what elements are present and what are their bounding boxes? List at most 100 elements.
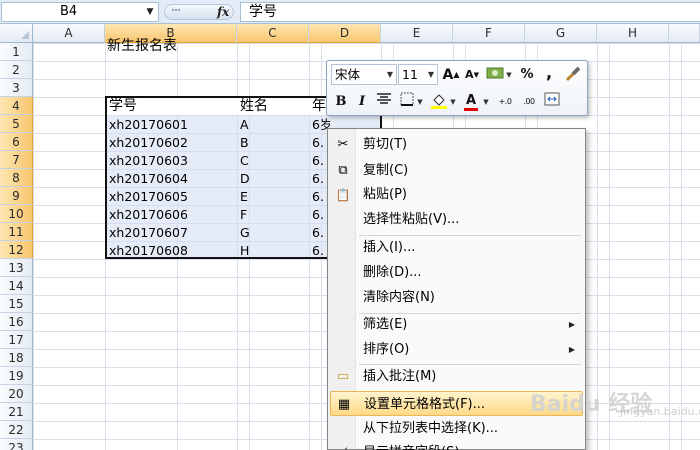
fill-color-button[interactable] — [429, 92, 449, 112]
column-header-d[interactable]: D — [309, 24, 381, 43]
cell-age[interactable]: 6. — [310, 206, 327, 224]
formula-input[interactable]: 学号 — [240, 2, 700, 22]
menu-item-cut[interactable]: ✂ 剪切(T) — [330, 132, 583, 157]
row-header-15[interactable]: 15 — [0, 295, 33, 313]
cell-name[interactable]: G — [238, 224, 308, 242]
chevron-down-icon[interactable]: ▼ — [416, 92, 424, 112]
grow-font-button[interactable]: A▲ — [441, 65, 461, 85]
menu-item-copy[interactable]: ⧉ 复制(C) — [330, 158, 583, 183]
row-header-16[interactable]: 16 — [0, 313, 33, 331]
row-header-17[interactable]: 17 — [0, 331, 33, 349]
row-header-7[interactable]: 7 — [0, 151, 33, 169]
row-header-20[interactable]: 20 — [0, 385, 33, 403]
cell-id[interactable]: xh20170605 — [107, 188, 237, 206]
watermark-url: jingyan.baidu.com — [620, 405, 700, 418]
cell-age[interactable]: 6. — [310, 224, 327, 242]
menu-item-show-phonetic[interactable]: wén 显示拼音字段(S) — [330, 440, 583, 450]
name-box-dropdown-icon[interactable]: ▼ — [143, 2, 157, 22]
font-color-icon: A — [465, 93, 477, 108]
cell-id[interactable]: xh20170606 — [107, 206, 237, 224]
cell-name[interactable]: H — [238, 242, 308, 260]
decrease-decimal-button[interactable]: .00 — [519, 92, 539, 112]
row-header-18[interactable]: 18 — [0, 349, 33, 367]
italic-button[interactable]: I — [352, 92, 372, 112]
cell-name[interactable]: E — [238, 188, 308, 206]
column-header-g[interactable]: G — [525, 24, 597, 43]
cell-age[interactable]: 6. — [310, 170, 327, 188]
header-cell-id[interactable]: 学号 — [107, 97, 237, 115]
font-color-button[interactable]: A — [461, 91, 481, 111]
percent-style-button[interactable]: % — [517, 65, 537, 85]
menu-item-insert[interactable]: 插入(I)... — [330, 235, 583, 260]
chevron-down-icon[interactable]: ▼ — [449, 92, 457, 112]
row-header-1[interactable]: 1 — [0, 43, 33, 61]
menu-item-sort[interactable]: 排序(O) ▶ — [330, 337, 583, 362]
cell-name[interactable]: A — [238, 116, 308, 134]
menu-item-paste[interactable]: 📋 粘贴(P) — [330, 182, 583, 207]
paintbrush-icon — [565, 66, 581, 82]
chevron-down-icon[interactable]: ▼ — [482, 92, 490, 112]
menu-item-paste-special[interactable]: 选择性粘贴(V)... — [330, 207, 583, 232]
cell-name[interactable]: C — [238, 152, 308, 170]
row-header-2[interactable]: 2 — [0, 61, 33, 79]
cell-name[interactable]: B — [238, 134, 308, 152]
borders-button[interactable] — [397, 92, 417, 112]
row-header-19[interactable]: 19 — [0, 367, 33, 385]
cell-id[interactable]: xh20170604 — [107, 170, 237, 188]
cell-id[interactable]: xh20170607 — [107, 224, 237, 242]
row-header-10[interactable]: 10 — [0, 205, 33, 223]
cell-id[interactable]: xh20170601 — [107, 116, 237, 134]
row-header-3[interactable]: 3 — [0, 79, 33, 97]
format-painter-button[interactable] — [563, 65, 583, 85]
select-all-triangle-icon — [21, 31, 29, 39]
shrink-font-button[interactable]: A▼ — [462, 65, 482, 85]
row-header-9[interactable]: 9 — [0, 187, 33, 205]
cell-name[interactable]: F — [238, 206, 308, 224]
select-all-button[interactable] — [0, 24, 33, 43]
row-header-6[interactable]: 6 — [0, 133, 33, 151]
menu-item-filter[interactable]: 筛选(E) ▶ — [330, 312, 583, 337]
row-header-14[interactable]: 14 — [0, 277, 33, 295]
column-header-e[interactable]: E — [381, 24, 453, 43]
cell-age[interactable]: 6. — [310, 152, 327, 170]
cell-age[interactable]: 6. — [310, 134, 327, 152]
row-header-12[interactable]: 12 — [0, 241, 33, 259]
menu-item-delete[interactable]: 删除(D)... — [330, 260, 583, 285]
sheet-title-cell[interactable]: 新生报名表 — [107, 37, 177, 55]
cell-age[interactable]: 6. — [310, 242, 327, 260]
comma-style-button[interactable]: , — [539, 63, 559, 83]
row-header-22[interactable]: 22 — [0, 421, 33, 439]
column-header-a[interactable]: A — [33, 24, 105, 43]
row-header-13[interactable]: 13 — [0, 259, 33, 277]
header-cell-name[interactable]: 姓名 — [238, 97, 308, 115]
accounting-format-button[interactable] — [485, 65, 505, 85]
menu-item-clear-contents[interactable]: 清除内容(N) — [330, 285, 583, 310]
merge-center-button[interactable] — [542, 92, 562, 112]
column-header-h[interactable]: H — [597, 24, 669, 43]
bold-button[interactable]: B — [331, 92, 351, 112]
chevron-down-icon: ▼ — [427, 70, 435, 79]
row-header-4[interactable]: 4 — [0, 97, 33, 115]
row-header-5[interactable]: 5 — [0, 115, 33, 133]
chevron-down-icon[interactable]: ▼ — [505, 65, 513, 85]
insert-function-button[interactable]: fx — [217, 3, 233, 21]
column-header-c[interactable]: C — [237, 24, 309, 43]
cell-id[interactable]: xh20170608 — [107, 242, 237, 260]
row-header-21[interactable]: 21 — [0, 403, 33, 421]
font-size-combo[interactable]: 11 ▼ — [398, 64, 438, 85]
cell-id[interactable]: xh20170603 — [107, 152, 237, 170]
cell-age[interactable]: 6. — [310, 188, 327, 206]
align-center-icon — [377, 93, 391, 104]
cell-name[interactable]: D — [238, 170, 308, 188]
column-header-f[interactable]: F — [453, 24, 525, 43]
increase-decimal-button[interactable]: +.0 — [495, 92, 515, 112]
font-name-combo[interactable]: 宋体 ▼ — [331, 64, 397, 85]
cell-id[interactable]: xh20170602 — [107, 134, 237, 152]
row-header-23[interactable]: 23 — [0, 439, 33, 450]
column-header-partial[interactable] — [669, 24, 700, 43]
row-header-8[interactable]: 8 — [0, 169, 33, 187]
row-header-11[interactable]: 11 — [0, 223, 33, 241]
center-align-button[interactable] — [374, 92, 394, 112]
formula-bar: B4 ▼ fx 学号 — [0, 0, 700, 24]
name-box[interactable]: B4 — [1, 2, 159, 22]
